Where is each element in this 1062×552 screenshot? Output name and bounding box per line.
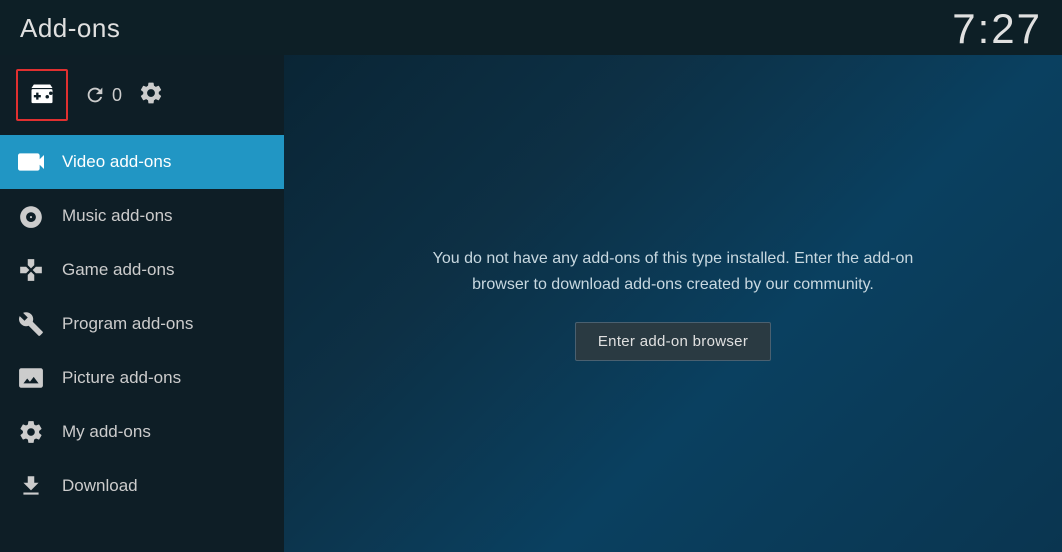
sidebar-item-program[interactable]: Program add-ons	[0, 297, 284, 351]
sidebar-item-picture-label: Picture add-ons	[62, 368, 181, 388]
sidebar-item-music[interactable]: Music add-ons	[0, 189, 284, 243]
refresh-icon	[84, 84, 106, 106]
sidebar-item-video[interactable]: Video add-ons	[0, 135, 284, 189]
download-icon	[18, 473, 44, 499]
sidebar-item-download-label: Download	[62, 476, 138, 496]
sidebar-item-music-label: Music add-ons	[62, 206, 173, 226]
myaddon-icon	[18, 419, 44, 445]
sidebar-item-video-label: Video add-ons	[62, 152, 171, 172]
header: Add-ons 7:27	[0, 0, 1062, 55]
sidebar-item-download[interactable]: Download	[0, 459, 284, 513]
clock: 7:27	[952, 5, 1042, 53]
sidebar: 0 Video add-ons Music add	[0, 55, 284, 552]
content-area: You do not have any add-ons of this type…	[284, 55, 1062, 552]
addon-box-button[interactable]	[16, 69, 68, 121]
settings-button[interactable]	[138, 80, 164, 111]
sidebar-item-game[interactable]: Game add-ons	[0, 243, 284, 297]
video-icon	[18, 149, 44, 175]
sidebar-item-picture[interactable]: Picture add-ons	[0, 351, 284, 405]
sidebar-item-game-label: Game add-ons	[62, 260, 174, 280]
game-icon	[18, 257, 44, 283]
program-icon	[18, 311, 44, 337]
sidebar-item-myaddon-label: My add-ons	[62, 422, 151, 442]
page-title: Add-ons	[20, 13, 120, 44]
update-count: 0	[112, 85, 122, 106]
addon-box-icon	[28, 81, 56, 109]
main-layout: 0 Video add-ons Music add	[0, 55, 1062, 552]
enter-addon-browser-button[interactable]: Enter add-on browser	[575, 322, 771, 361]
music-icon	[18, 203, 44, 229]
refresh-button[interactable]: 0	[84, 84, 122, 106]
sidebar-item-myaddon[interactable]: My add-ons	[0, 405, 284, 459]
sidebar-item-program-label: Program add-ons	[62, 314, 193, 334]
empty-message: You do not have any add-ons of this type…	[423, 246, 923, 297]
picture-icon	[18, 365, 44, 391]
gear-icon	[138, 80, 164, 106]
toolbar: 0	[0, 55, 284, 135]
